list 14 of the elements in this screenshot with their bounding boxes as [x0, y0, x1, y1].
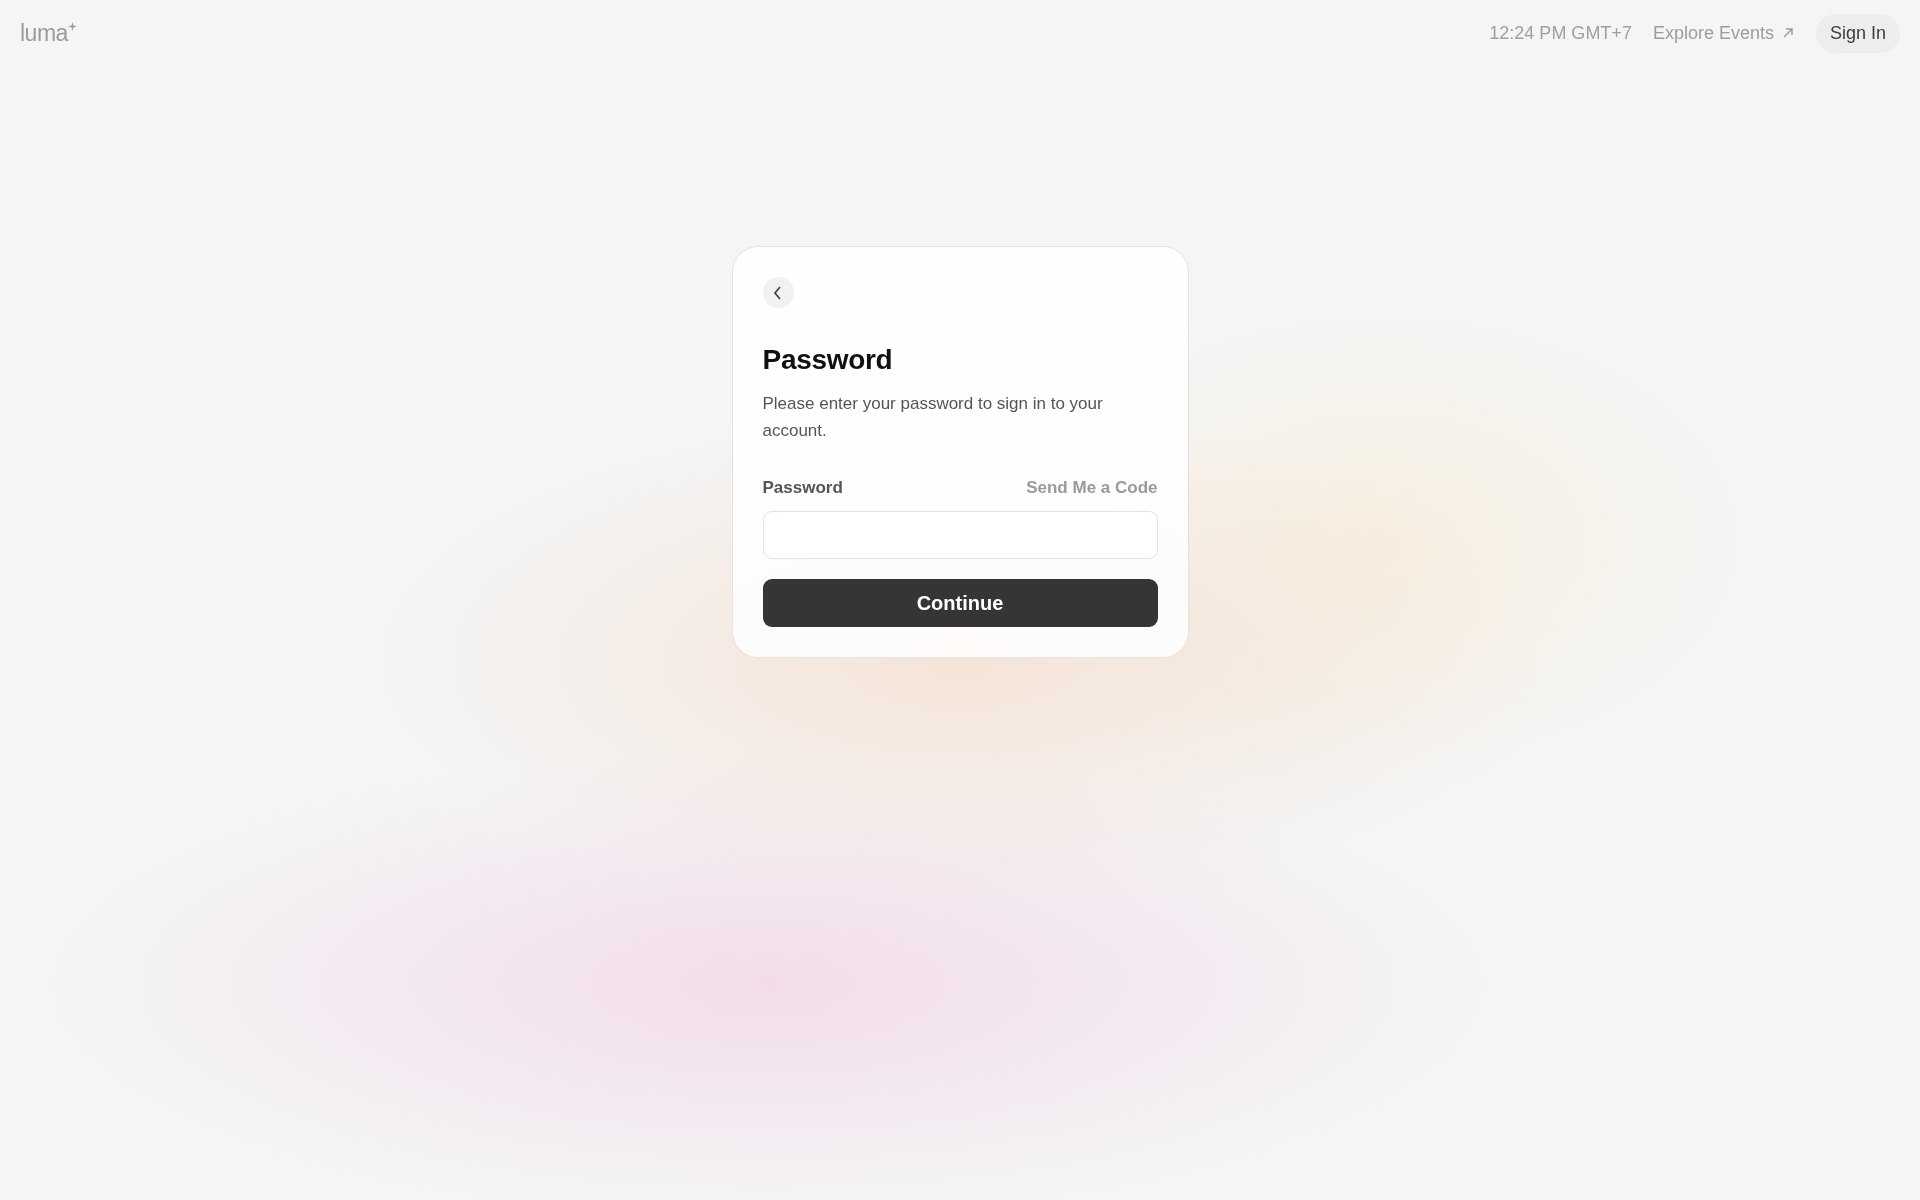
password-field[interactable] — [762, 511, 1158, 559]
continue-button[interactable]: Continue — [762, 579, 1158, 627]
password-label: Password — [762, 478, 843, 498]
card-title: Password — [762, 344, 894, 376]
chevron-left-icon — [773, 285, 783, 300]
arrow-up-right-icon — [1781, 27, 1794, 39]
card-description: Please enter your password to sign in to your account. — [762, 393, 1104, 442]
time-text: 12:24 PM GMT+7 — [1489, 22, 1632, 44]
send-code-link[interactable]: Send Me a Code — [1026, 478, 1158, 498]
back-button[interactable] — [762, 277, 794, 308]
sparkle-icon — [67, 21, 77, 31]
sign-in-button[interactable]: Sign In — [1815, 13, 1900, 53]
explore-events-link[interactable]: Explore Events — [1652, 22, 1794, 44]
logo[interactable]: luma — [20, 19, 77, 47]
